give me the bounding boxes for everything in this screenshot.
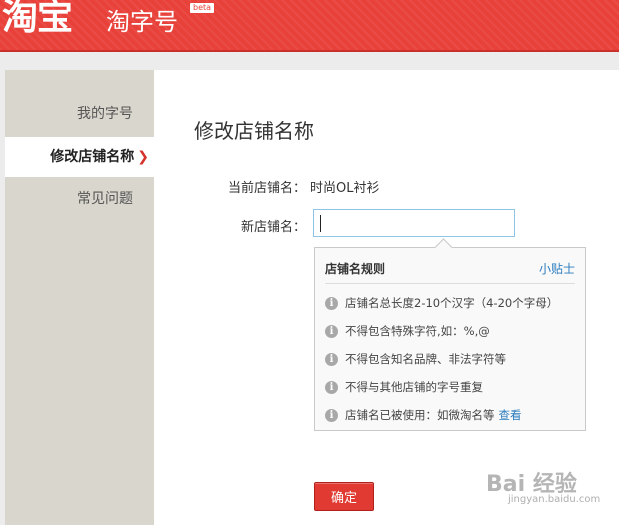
beta-badge: beta bbox=[189, 2, 216, 14]
current-name-value: 时尚OL衬衫 bbox=[310, 181, 380, 196]
popup-caret bbox=[434, 238, 453, 257]
new-name-label: 新店铺名： bbox=[240, 220, 306, 235]
product-name: 淘字号 bbox=[106, 8, 178, 36]
rule-item: i 不得包含知名品牌、非法字符等 bbox=[325, 351, 506, 367]
rule-item: i 店铺名总长度2-10个汉字（4-20个字母） bbox=[325, 295, 558, 311]
info-icon: i bbox=[325, 381, 338, 394]
view-link[interactable]: 查看 bbox=[499, 408, 522, 422]
rule-text: 不得包含特殊字符,如：%,@ bbox=[345, 324, 490, 338]
sidebar-item-label: 常见问题 bbox=[77, 191, 133, 207]
rule-item: i 不得包含特殊字符,如：%,@ bbox=[325, 323, 490, 339]
main-content: 修改店铺名称 当前店铺名： 时尚OL衬衫 新店铺名： 店铺名规则 小贴士 i 店铺… bbox=[154, 70, 619, 525]
sidebar: 我的字号 修改店铺名称 ❯ 常见问题 bbox=[5, 70, 154, 525]
confirm-button[interactable]: 确定 bbox=[314, 482, 374, 511]
info-icon: i bbox=[325, 297, 338, 310]
top-header: 淘宝 淘字号 beta bbox=[0, 0, 619, 52]
chevron-right-icon: ❯ bbox=[137, 149, 149, 165]
info-icon: i bbox=[325, 409, 338, 422]
rule-text: 不得与其他店铺的字号重复 bbox=[345, 380, 483, 394]
baidu-watermark-url: jingyan.baidu.com bbox=[508, 494, 601, 505]
tips-link[interactable]: 小贴士 bbox=[539, 260, 575, 277]
sidebar-item-label: 我的字号 bbox=[77, 106, 133, 122]
info-icon: i bbox=[325, 353, 338, 366]
page-title: 修改店铺名称 bbox=[194, 119, 314, 143]
rules-divider bbox=[325, 283, 575, 284]
info-icon: i bbox=[325, 325, 338, 338]
sidebar-item-faq[interactable]: 常见问题 bbox=[5, 179, 154, 219]
rule-text: 店铺名总长度2-10个汉字（4-20个字母） bbox=[345, 296, 559, 310]
rules-popup: 店铺名规则 小贴士 i 店铺名总长度2-10个汉字（4-20个字母） i 不得包含特… bbox=[314, 238, 586, 431]
current-name-label: 当前店铺名： bbox=[227, 181, 306, 196]
taobao-logo[interactable]: 淘宝 bbox=[2, 0, 73, 40]
sidebar-item-my-name[interactable]: 我的字号 bbox=[5, 94, 154, 134]
new-shop-name-input[interactable] bbox=[313, 209, 515, 237]
sidebar-item-edit-shop-name[interactable]: 修改店铺名称 ❯ bbox=[5, 137, 154, 177]
rule-item: i 不得与其他店铺的字号重复 bbox=[325, 379, 483, 395]
rule-text: 店铺名已被使用：如微淘名等 bbox=[345, 408, 495, 422]
rules-title: 店铺名规则 bbox=[325, 262, 386, 276]
sidebar-item-label: 修改店铺名称 bbox=[50, 149, 135, 165]
rule-item: i 店铺名已被使用：如微淘名等 查看 bbox=[325, 407, 522, 423]
rule-text: 不得包含知名品牌、非法字符等 bbox=[345, 352, 506, 366]
text-cursor bbox=[320, 215, 321, 232]
